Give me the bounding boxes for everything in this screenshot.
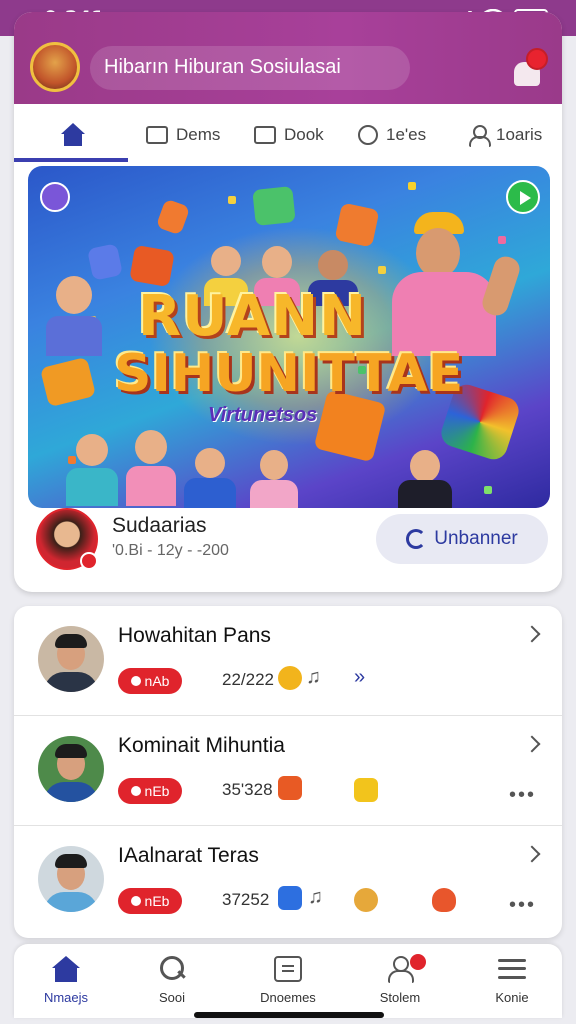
more-icon[interactable]: ••• — [509, 784, 536, 807]
list-item-title: Howahitan Pans — [118, 624, 271, 647]
camera-tile-icon — [334, 202, 380, 248]
music-note-icon: ♫ — [308, 886, 323, 908]
list-item-title: IAalnarat Teras — [118, 844, 259, 867]
header-title: Hibarın Hiburan Sosiulasai — [104, 56, 341, 78]
tab-ees-label: 1e'es — [386, 125, 427, 144]
notification-badge — [526, 48, 548, 70]
nav-menu-label: Konie — [495, 990, 529, 1005]
chevron-right-icon[interactable] — [523, 735, 541, 753]
play-icon — [278, 776, 302, 800]
chevron-right-icon[interactable] — [523, 845, 541, 863]
kid-figure — [66, 434, 118, 506]
creator-meta: '0.Bi - 12y - -200 — [112, 542, 229, 559]
tab-oaris[interactable]: 1oaris — [468, 120, 542, 150]
channel-avatar — [38, 736, 104, 802]
active-tab-indicator — [14, 158, 128, 162]
tab-oaris-label: 1oaris — [496, 125, 543, 144]
app-icon — [354, 778, 378, 802]
confetti — [378, 266, 386, 274]
app-tile-icon — [87, 243, 123, 281]
kid-figure — [46, 276, 102, 356]
home-icon — [60, 123, 86, 147]
music-icon — [40, 182, 70, 212]
channel-avatar — [38, 846, 104, 912]
document-icon — [274, 956, 302, 982]
chat-icon — [358, 125, 378, 145]
home-indicator — [194, 1012, 384, 1018]
nav-documents[interactable]: Dnoemes — [248, 952, 328, 1010]
tab-ees[interactable]: 1e'es — [358, 120, 426, 150]
checkbox-icon — [254, 126, 276, 144]
search-icon — [158, 956, 186, 982]
view-count: 22/222 — [222, 670, 274, 689]
more-icon[interactable]: ••• — [509, 894, 536, 917]
nav-profile[interactable]: Stolem — [360, 952, 440, 1010]
list-item[interactable]: Howahitan Pans nAb 22/222 ♫ » — [14, 606, 562, 716]
tab-home[interactable] — [60, 120, 94, 150]
banner-title-line1: RUANN — [138, 284, 367, 349]
mascot-icon — [432, 888, 456, 912]
kid-figure — [250, 450, 298, 508]
channel-list: Howahitan Pans nAb 22/222 ♫ » Kominait M… — [14, 606, 562, 938]
home-icon — [52, 956, 80, 982]
confetti — [228, 196, 236, 204]
bottom-nav: Nmaejs Sooi Dnoemes Stolem Konie — [14, 944, 562, 1018]
kid-figure — [126, 430, 176, 506]
follow-button[interactable]: Unbanner — [376, 514, 548, 564]
chevron-right-icon[interactable] — [523, 625, 541, 643]
follow-button-label: Unbanner — [434, 528, 518, 549]
chat-icon — [278, 886, 302, 910]
forward-icon: » — [354, 666, 366, 688]
emoji-icon — [354, 888, 378, 912]
live-badge-icon — [80, 552, 98, 570]
list-item-title: Kominait Mihuntia — [118, 734, 285, 757]
kid-figure — [398, 450, 452, 508]
live-pill: nAb — [118, 668, 182, 694]
featured-banner[interactable]: RUANN SIHUNITTAE Virtunetsos — [28, 166, 550, 508]
tab-dook[interactable]: Dook — [254, 120, 324, 150]
notification-badge — [410, 954, 426, 970]
screen-icon — [146, 126, 168, 144]
tab-dems[interactable]: Dems — [146, 120, 220, 150]
host-figure — [388, 206, 530, 356]
nav-search-label: Sooi — [158, 990, 186, 1005]
tab-dook-label: Dook — [284, 125, 324, 144]
menu-icon — [498, 956, 526, 982]
profile-avatar[interactable] — [30, 42, 80, 92]
app-header: Hibarın Hiburan Sosiulasai — [14, 12, 562, 104]
creator-name: Sudaarias — [112, 514, 207, 537]
app-tile-icon — [155, 198, 191, 236]
list-item[interactable]: IAalnarat Teras nEb 37252 ♫ ••• — [14, 826, 562, 936]
music-note-icon: ♫ — [306, 666, 321, 688]
view-count: 37252 — [222, 890, 270, 909]
nav-menu[interactable]: Konie — [472, 952, 552, 1010]
confetti — [484, 486, 492, 494]
top-nav: Dems Dook 1e'es 1oaris — [14, 104, 562, 164]
app-tile-icon — [129, 244, 175, 288]
nav-search[interactable]: Sooi — [132, 952, 212, 1010]
nav-documents-label: Dnoemes — [260, 990, 316, 1005]
sun-icon — [278, 666, 302, 690]
refresh-icon — [406, 529, 427, 549]
live-pill: nEb — [118, 778, 182, 804]
notification-button[interactable] — [512, 48, 548, 88]
confetti — [408, 182, 416, 190]
nav-home-label: Nmaejs — [43, 990, 89, 1005]
banner-subtitle: Virtunetsos — [208, 404, 318, 426]
game-tile-icon — [39, 356, 97, 408]
nav-profile-label: Stolem — [379, 990, 421, 1005]
tab-dems-label: Dems — [176, 125, 221, 144]
live-pill: nEb — [118, 888, 182, 914]
kid-figure — [184, 448, 236, 508]
nav-home[interactable]: Nmaejs — [26, 952, 106, 1010]
main-card: Hibarın Hiburan Sosiulasai Dems Dook 1e'… — [14, 12, 562, 592]
star-tile-icon — [252, 186, 296, 226]
banner-title-line2: SIHUNITTAE — [114, 344, 464, 404]
view-count: 35'328 — [222, 780, 273, 799]
person-icon — [468, 125, 491, 147]
list-item[interactable]: Kominait Mihuntia nEb 35'328 ••• — [14, 716, 562, 826]
channel-avatar — [38, 626, 104, 692]
